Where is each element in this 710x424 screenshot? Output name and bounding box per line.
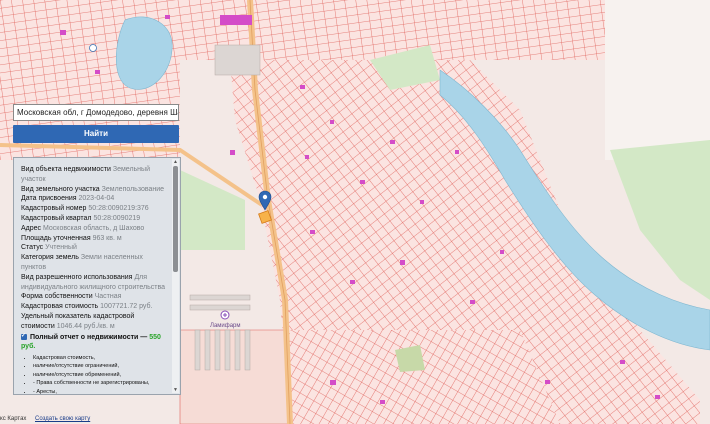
report-item: - Аресты, bbox=[33, 388, 169, 394]
property-value: 50:28:0090219 bbox=[93, 214, 141, 222]
property-row: Вид земельного участка Землепользование bbox=[21, 185, 169, 195]
green-area-top-right bbox=[605, 0, 710, 160]
attribution-text: кс Картах bbox=[0, 416, 27, 422]
report-items-list: Кадастровая стоимость,наличие/отсутствие… bbox=[21, 354, 169, 394]
pharmacy-icon[interactable] bbox=[220, 310, 230, 320]
property-row: Удельный показатель кадастровой стоимост… bbox=[21, 312, 169, 332]
report-title-text: Полный отчет о недвижимости — bbox=[30, 334, 148, 341]
lake-poi-icon bbox=[89, 44, 97, 52]
property-label: Категория земель bbox=[21, 254, 79, 262]
property-value: 50:28:0090219:376 bbox=[88, 205, 149, 213]
create-map-link[interactable]: Создать свою карту bbox=[35, 416, 90, 422]
property-label: Площадь уточненная bbox=[21, 234, 91, 242]
address-search-input[interactable]: Московская обл, г Домодедово, деревня Ша… bbox=[13, 104, 179, 121]
property-value: Частная bbox=[94, 293, 122, 301]
property-row: Адрес Московская область, д Шахово bbox=[21, 224, 169, 234]
report-item: - Права собственности не зарегистрирован… bbox=[33, 379, 169, 387]
property-value: 1007721.72 руб. bbox=[100, 303, 153, 311]
property-label: Кадастровый номер bbox=[21, 205, 87, 213]
property-label: Вид разрешенного использования bbox=[21, 273, 133, 281]
report-checkbox[interactable] bbox=[21, 332, 27, 341]
property-label: Вид объекта недвижимости bbox=[21, 166, 111, 173]
property-value: 1046.44 руб./кв. м bbox=[56, 322, 115, 330]
property-row: Статус Учтенный bbox=[21, 243, 169, 253]
property-label: Кадастровый квартал bbox=[21, 214, 92, 222]
property-row: Кадастровая стоимость 1007721.72 руб. bbox=[21, 302, 169, 312]
property-row: Кадастровый квартал 50:28:0090219 bbox=[21, 214, 169, 224]
scroll-up-icon[interactable]: ▲ bbox=[172, 159, 179, 165]
scrollbar-thumb[interactable] bbox=[173, 166, 178, 272]
scroll-down-icon[interactable]: ▼ bbox=[172, 387, 179, 393]
property-row: Вид разрешенного использования Для индив… bbox=[21, 273, 169, 293]
report-item: наличие/отсутствие ограничений, bbox=[33, 362, 169, 370]
full-report-block: Полный отчет о недвижимости — 550 руб. К… bbox=[21, 332, 169, 394]
property-row: Площадь уточненная 963 кв. м bbox=[21, 234, 169, 244]
parcel-area-south bbox=[290, 330, 560, 424]
report-item: наличие/отсутствие обременений, bbox=[33, 371, 169, 379]
property-row: Вид объекта недвижимости Земельный участ… bbox=[21, 165, 169, 185]
property-value: 2023-04-04 bbox=[78, 195, 115, 203]
property-value: Московская область, д Шахово bbox=[43, 224, 145, 232]
property-label: Вид земельного участка bbox=[21, 185, 100, 193]
property-label: Кадастровая стоимость bbox=[21, 303, 99, 311]
pharmacy-label: Ламифарм bbox=[210, 323, 241, 329]
property-value: 963 кв. м bbox=[92, 234, 122, 242]
property-label: Адрес bbox=[21, 224, 42, 232]
property-label: Статус bbox=[21, 244, 44, 252]
report-item: Кадастровая стоимость, bbox=[33, 354, 169, 362]
property-row: Кадастровый номер 50:28:0090219:376 bbox=[21, 204, 169, 214]
property-label: Дата присвоения bbox=[21, 195, 77, 203]
property-row: Категория земель Земли населенных пункто… bbox=[21, 253, 169, 273]
parcel-info-panel[interactable]: Вид объекта недвижимости Земельный участ… bbox=[13, 157, 181, 395]
property-list: Вид объекта недвижимости Земельный участ… bbox=[21, 165, 169, 342]
property-row: Форма собственности Частная bbox=[21, 292, 169, 302]
property-label: Форма собственности bbox=[21, 293, 93, 301]
property-value: Учтенный bbox=[45, 244, 77, 252]
report-title[interactable]: Полный отчет о недвижимости — 550 руб. bbox=[21, 332, 169, 351]
property-value: Землепользование bbox=[101, 185, 165, 193]
property-row: Дата присвоения 2023-04-04 bbox=[21, 194, 169, 204]
panel-scrollbar[interactable]: ▲ ▼ bbox=[172, 159, 179, 393]
find-button[interactable]: Найти bbox=[13, 125, 179, 143]
